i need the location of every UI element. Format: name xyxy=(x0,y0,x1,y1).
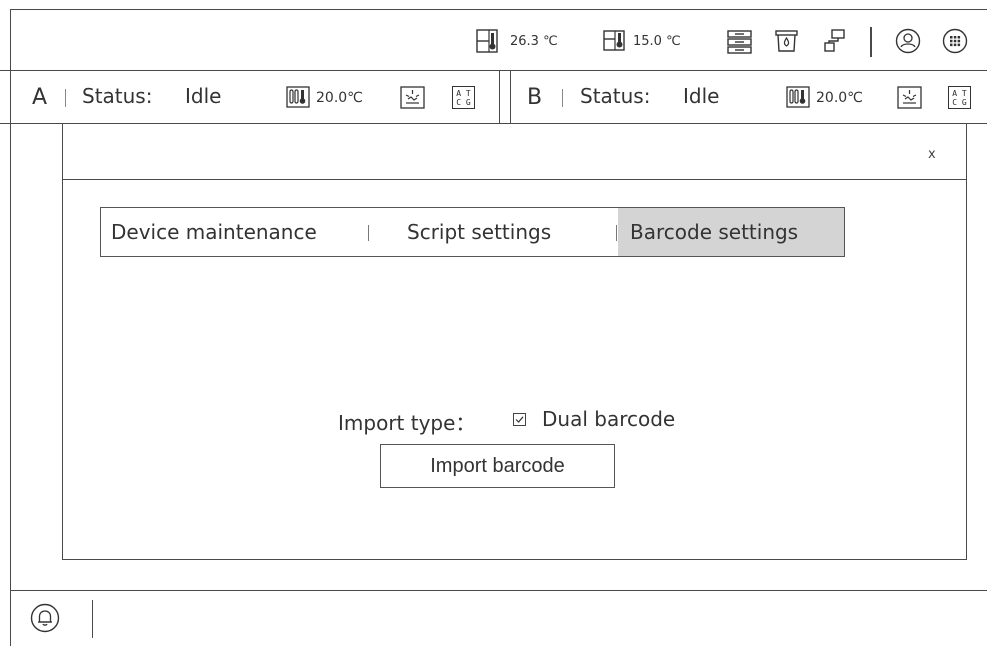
close-icon[interactable]: x xyxy=(928,147,936,162)
module-a-glyph-line2: C G xyxy=(456,98,471,107)
top-bar-divider xyxy=(0,70,987,71)
module-b-heater-icon[interactable] xyxy=(786,86,810,108)
module-b-glyph-line1: A T xyxy=(952,89,967,98)
import-barcode-button[interactable]: Import barcode xyxy=(380,444,615,488)
user-icon[interactable] xyxy=(895,28,921,54)
module-a-id-separator xyxy=(65,89,66,107)
module-a-status-label: Status: xyxy=(82,84,153,108)
fridge-temp: 15.0 ℃ xyxy=(633,34,681,49)
tab-device-maintenance[interactable]: Device maintenance xyxy=(111,208,317,256)
dialog-header-divider xyxy=(62,179,967,180)
module-b-id: B xyxy=(527,85,543,110)
module-b-lamp-icon[interactable] xyxy=(897,86,922,109)
module-a-temp: 20.0℃ xyxy=(316,90,363,106)
waste-bin-icon[interactable] xyxy=(775,29,799,53)
bottom-bar-separator xyxy=(92,600,93,638)
module-b-status-value: Idle xyxy=(683,84,720,108)
module-b-glyph-line2: C G xyxy=(952,98,967,107)
fridge-icon[interactable] xyxy=(603,30,627,52)
module-divider-left xyxy=(499,70,500,124)
import-type-label: Import type： xyxy=(338,411,476,435)
network-icon[interactable] xyxy=(823,29,847,53)
top-bar-separator xyxy=(870,27,872,57)
module-a-id: A xyxy=(32,85,48,110)
top-border xyxy=(10,9,987,10)
module-b-temp: 20.0℃ xyxy=(816,90,863,106)
apps-grid-icon[interactable] xyxy=(942,28,968,54)
app-window: 26.3 ℃ 15.0 ℃ A Status: Idle 20.0℃ A T C… xyxy=(0,0,987,646)
bell-icon[interactable] xyxy=(30,603,60,633)
module-b-id-separator xyxy=(562,89,563,107)
dual-barcode-label[interactable]: Dual barcode xyxy=(542,407,675,431)
settings-dialog xyxy=(62,124,967,560)
tab-script-settings[interactable]: Script settings xyxy=(407,208,551,256)
module-a-lamp-icon[interactable] xyxy=(400,86,425,109)
tab-separator-1 xyxy=(368,225,369,241)
module-divider-right xyxy=(510,70,511,124)
module-b-status-label: Status: xyxy=(580,84,651,108)
tab-separator-2 xyxy=(616,225,617,241)
check-icon xyxy=(515,416,524,423)
device-temp-icon[interactable] xyxy=(476,29,500,55)
module-a-sequencing-icon[interactable]: A T C G xyxy=(452,86,475,109)
left-border xyxy=(10,9,11,646)
module-a-heater-icon[interactable] xyxy=(286,86,310,108)
storage-rack-icon[interactable] xyxy=(727,30,753,54)
dual-barcode-checkbox[interactable] xyxy=(513,413,526,426)
module-b-sequencing-icon[interactable]: A T C G xyxy=(948,86,971,109)
module-a-glyph-line1: A T xyxy=(456,89,471,98)
module-a-status-value: Idle xyxy=(185,84,222,108)
tab-barcode-settings[interactable]: Barcode settings xyxy=(618,208,844,256)
bottom-bar-divider xyxy=(10,590,987,591)
ambient-temp: 26.3 ℃ xyxy=(510,34,558,49)
